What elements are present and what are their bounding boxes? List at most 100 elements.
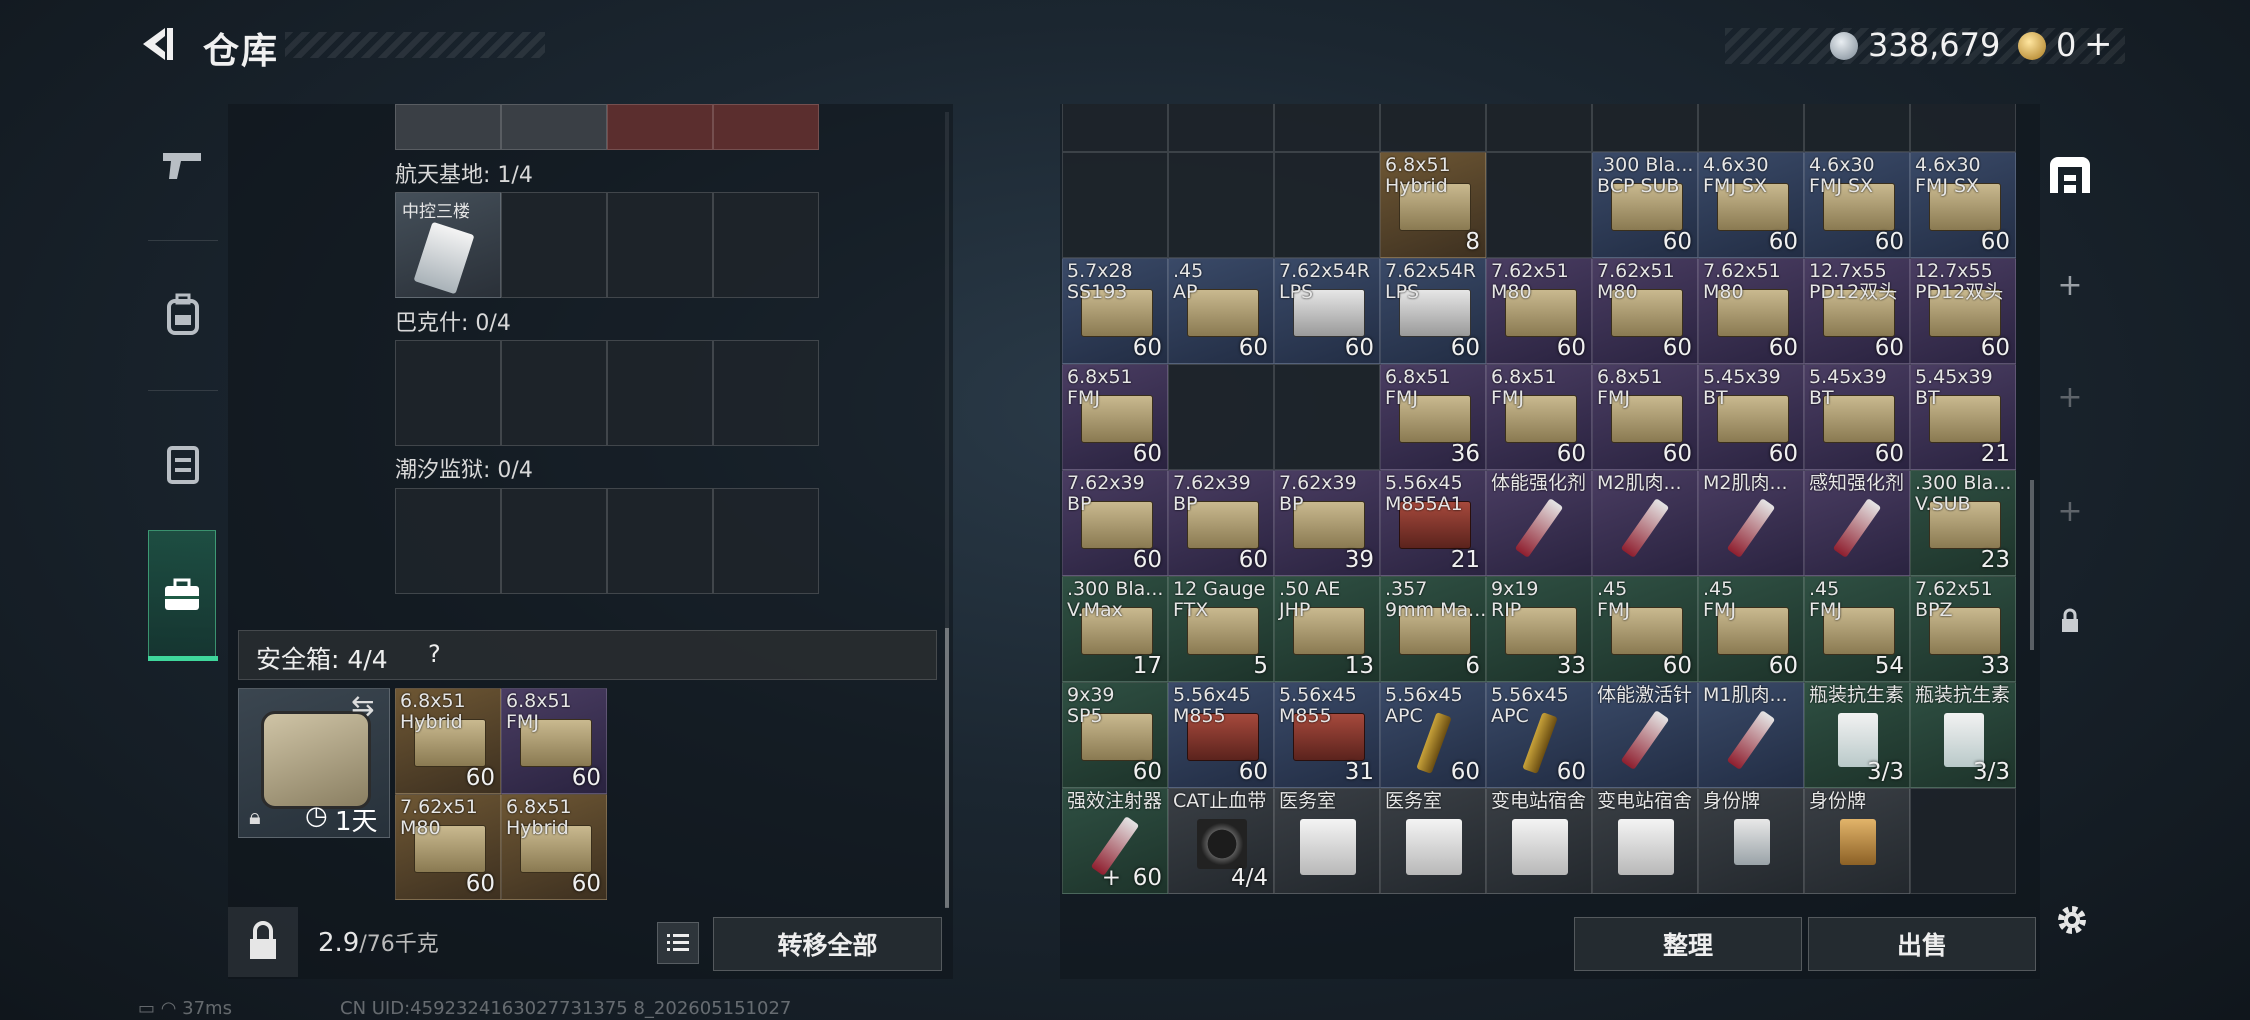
item-slot[interactable]: .45 FMJ 60	[1592, 576, 1698, 682]
item-slot[interactable]: 7.62x54R LPS 60	[1380, 258, 1486, 364]
item-slot[interactable]: .357 9mm Ma... 6	[1380, 576, 1486, 682]
add-stash-page-button[interactable]: +	[2035, 456, 2105, 566]
empty-slot[interactable]	[1168, 152, 1274, 258]
item-slot[interactable]: 变电站宿舍	[1592, 788, 1698, 894]
item-slot[interactable]: .50 AE JHP 13	[1274, 576, 1380, 682]
nav-armor[interactable]	[138, 398, 228, 528]
item-slot[interactable]: 医务室	[1274, 788, 1380, 894]
item-slot[interactable]: 5.7x28 SS193 60	[1062, 258, 1168, 364]
scrollbar-thumb[interactable]	[945, 628, 949, 908]
lock-button[interactable]	[228, 907, 298, 977]
swap-icon[interactable]: ⇆	[351, 689, 374, 722]
item-slot[interactable]: 身份牌	[1804, 788, 1910, 894]
item-slot[interactable]: 9x39 SP5 60	[1062, 682, 1168, 788]
item-slot[interactable]: 7.62x39 BP 60	[1062, 470, 1168, 576]
collection-slot[interactable]	[501, 340, 607, 446]
collection-slot[interactable]	[713, 340, 819, 446]
empty-slot[interactable]	[1486, 104, 1592, 152]
item-slot[interactable]: 感知强化剂	[1804, 470, 1910, 576]
empty-slot[interactable]	[1804, 104, 1910, 152]
collection-slot[interactable]	[607, 104, 713, 150]
item-slot[interactable]: 7.62x51 M80 60	[1698, 258, 1804, 364]
item-slot[interactable]: 4.6x30 FMJ SX 60	[1698, 152, 1804, 258]
item-slot[interactable]: .300 Bla... V.SUB 23	[1910, 470, 2016, 576]
item-slot[interactable]: 6.8x51 FMJ 60	[1062, 364, 1168, 470]
help-button[interactable]: ?	[428, 640, 441, 668]
nav-backpacks[interactable]	[138, 250, 228, 380]
item-slot[interactable]: 体能强化剂	[1486, 470, 1592, 576]
item-slot[interactable]: 5.45x39 BT 21	[1910, 364, 2016, 470]
item-slot[interactable]: .45 FMJ 60	[1698, 576, 1804, 682]
empty-slot[interactable]	[1274, 364, 1380, 470]
item-slot[interactable]: 6.8x51 FMJ 36	[1380, 364, 1486, 470]
item-slot[interactable]: M2肌肉...	[1592, 470, 1698, 576]
item-slot[interactable]: 7.62x54R LPS 60	[1274, 258, 1380, 364]
collection-slot[interactable]	[501, 488, 607, 594]
item-slot[interactable]: 5.45x39 BT 60	[1804, 364, 1910, 470]
item-slot[interactable]: .300 Bla... BCP SUB 60	[1592, 152, 1698, 258]
collection-slot[interactable]	[607, 192, 713, 298]
item-slot[interactable]: 身份牌	[1698, 788, 1804, 894]
item-slot[interactable]: 6.8x51 FMJ 60	[501, 688, 607, 794]
sort-button[interactable]: 整理	[1574, 917, 1802, 971]
collection-slot[interactable]	[713, 104, 819, 150]
item-slot[interactable]: 6.8x51 FMJ 60	[1592, 364, 1698, 470]
item-slot[interactable]: .300 Bla... V.Max 17	[1062, 576, 1168, 682]
item-slot[interactable]: CAT止血带 4/4	[1168, 788, 1274, 894]
item-slot[interactable]: 6.8x51 Hybrid 8	[1380, 152, 1486, 258]
item-slot[interactable]: 5.56x45 M855A1 21	[1380, 470, 1486, 576]
item-slot[interactable]: 4.6x30 FMJ SX 60	[1910, 152, 2016, 258]
empty-slot[interactable]	[1910, 788, 2016, 894]
item-slot[interactable]: 瓶装抗生素 3/3	[1804, 682, 1910, 788]
collection-slot[interactable]	[607, 340, 713, 446]
item-slot[interactable]: M2肌肉...	[1698, 470, 1804, 576]
item-slot[interactable]: 7.62x51 M80 60	[1486, 258, 1592, 364]
collection-slot[interactable]	[395, 104, 501, 150]
collection-slot[interactable]	[713, 192, 819, 298]
empty-slot[interactable]	[1168, 104, 1274, 152]
item-slot[interactable]: 9x19 RIP 33	[1486, 576, 1592, 682]
item-slot[interactable]: 医务室	[1380, 788, 1486, 894]
empty-slot[interactable]	[1592, 104, 1698, 152]
item-slot[interactable]: 变电站宿舍	[1486, 788, 1592, 894]
item-slot[interactable]: 7.62x51 BPZ 33	[1910, 576, 2016, 682]
item-slot[interactable]: 6.8x51 FMJ 60	[1486, 364, 1592, 470]
collection-slot[interactable]: 中控三楼	[395, 192, 501, 298]
item-slot[interactable]: 5.56x45 M855 31	[1274, 682, 1380, 788]
item-slot[interactable]: 瓶装抗生素 3/3	[1910, 682, 2016, 788]
empty-slot[interactable]	[1486, 152, 1592, 258]
list-view-button[interactable]	[657, 922, 699, 964]
item-slot[interactable]: 体能激活针	[1592, 682, 1698, 788]
collection-slot[interactable]	[395, 488, 501, 594]
collection-slot[interactable]	[607, 488, 713, 594]
item-slot[interactable]: 5.56x45 APC 60	[1486, 682, 1592, 788]
item-slot[interactable]: 7.62x51 M80 60	[1592, 258, 1698, 364]
add-currency-button[interactable]: +	[2084, 24, 2113, 64]
empty-slot[interactable]	[1380, 104, 1486, 152]
item-slot[interactable]: 强效注射器 +60	[1062, 788, 1168, 894]
locked-stash-page[interactable]	[2035, 566, 2105, 676]
empty-slot[interactable]	[1274, 152, 1380, 258]
collection-slot[interactable]	[395, 340, 501, 446]
sell-button[interactable]: 出售	[1808, 917, 2036, 971]
transfer-all-button[interactable]: 转移全部	[713, 917, 942, 971]
empty-slot[interactable]	[1168, 364, 1274, 470]
item-slot[interactable]: .45 FMJ 54	[1804, 576, 1910, 682]
item-slot[interactable]: M1肌肉...	[1698, 682, 1804, 788]
item-slot[interactable]: 7.62x39 BP 39	[1274, 470, 1380, 576]
stash-page-main[interactable]	[2035, 120, 2105, 230]
item-slot[interactable]: 6.8x51 Hybrid 60	[501, 794, 607, 900]
item-slot[interactable]: 12 Gauge FTX 5	[1168, 576, 1274, 682]
collection-slot[interactable]	[713, 488, 819, 594]
empty-slot[interactable]	[1062, 104, 1168, 152]
safe-box-item[interactable]: ⇆ 🔒︎ ◷ 1天	[238, 688, 390, 838]
back-button[interactable]	[135, 22, 179, 66]
add-stash-page-button[interactable]: +	[2035, 230, 2105, 340]
item-slot[interactable]: 12.7x55 PD12双头 60	[1804, 258, 1910, 364]
nav-secure-case[interactable]	[148, 530, 216, 660]
item-slot[interactable]: 5.56x45 APC 60	[1380, 682, 1486, 788]
item-slot[interactable]: 5.56x45 M855 60	[1168, 682, 1274, 788]
empty-slot[interactable]	[1698, 104, 1804, 152]
collection-slot[interactable]	[501, 192, 607, 298]
nav-weapons[interactable]	[138, 100, 228, 230]
